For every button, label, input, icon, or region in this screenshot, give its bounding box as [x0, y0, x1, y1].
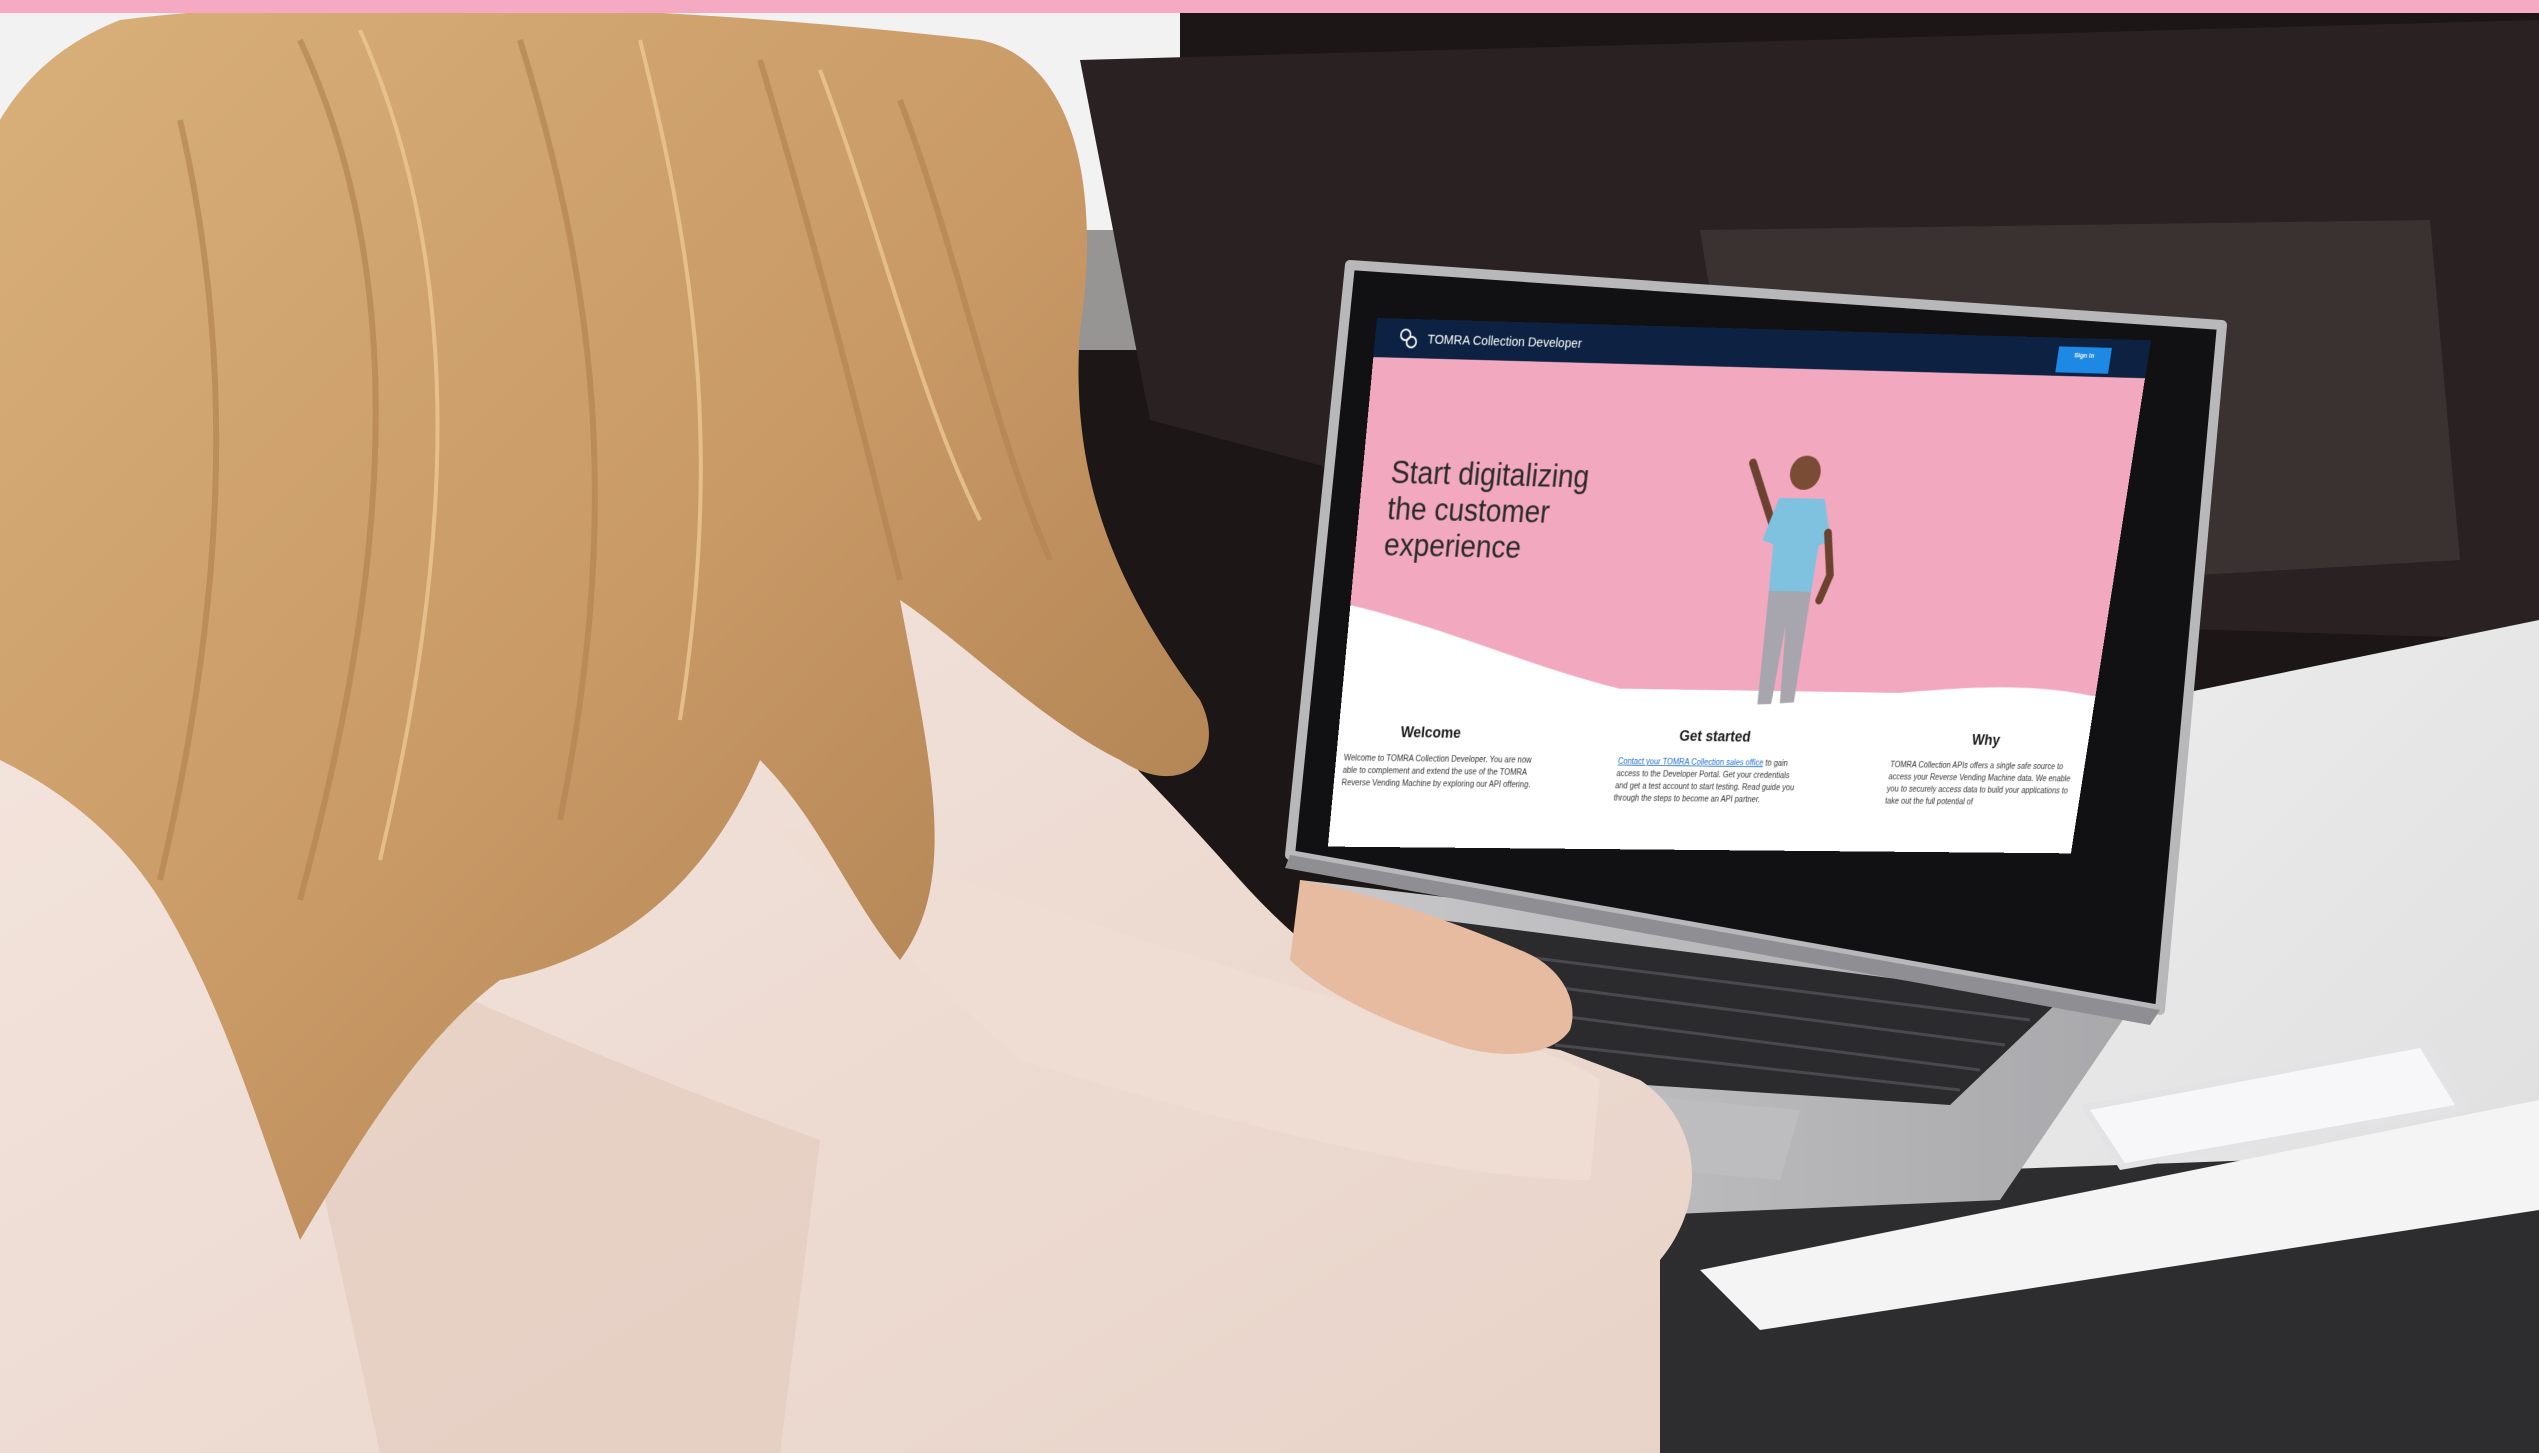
- background-photo: [0, 0, 2539, 1453]
- welcome-title: Welcome: [1399, 723, 1462, 742]
- site-brand: TOMRA Collection Developer: [1426, 331, 1583, 352]
- laptop-screen: TOMRA Collection Developer Sign in Start…: [1327, 318, 2151, 854]
- welcome-text: Welcome to TOMRA Collection Developer. Y…: [1341, 753, 1532, 790]
- photo-scene: TOMRA Collection Developer Sign in Start…: [0, 0, 2539, 1453]
- get-started-title: Get started: [1678, 727, 1752, 745]
- why-text: TOMRA Collection APIs offers a single sa…: [1884, 760, 2071, 807]
- hero-title: Start digitalizing the customer experien…: [1382, 454, 1592, 565]
- sign-in-button[interactable]: Sign in: [2055, 346, 2112, 374]
- why-title: Why: [1970, 731, 2002, 749]
- hero-wave-divider: [1339, 605, 2108, 734]
- tomra-logo-icon: [1398, 328, 1419, 350]
- get-started-text-block: Contact your TOMRA Collection sales offi…: [1613, 756, 1806, 807]
- top-accent-bar: [0, 0, 2539, 13]
- contact-sales-link[interactable]: Contact your TOMRA Collection sales offi…: [1617, 757, 1763, 768]
